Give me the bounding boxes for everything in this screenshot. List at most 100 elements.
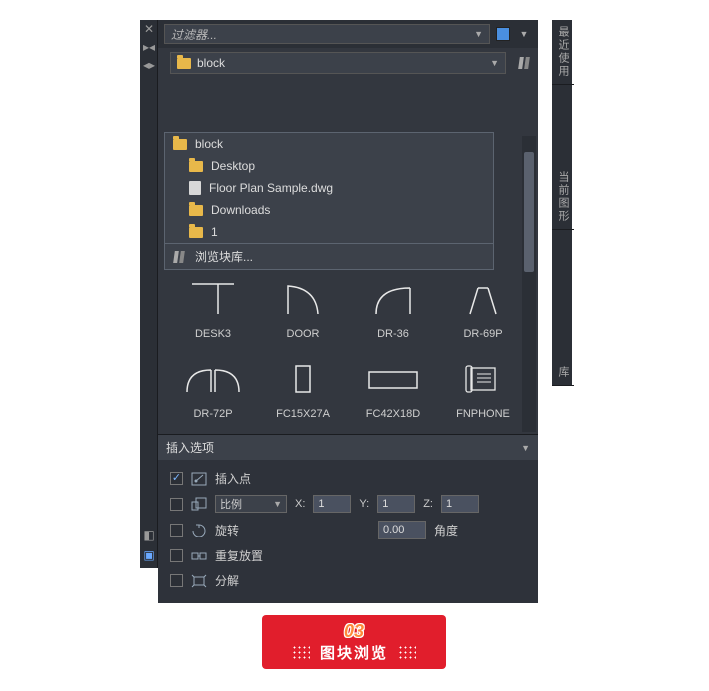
scale-combo-label: 比例 [220,496,242,512]
folder-icon [189,161,203,172]
banner-number: 03 [344,622,364,640]
tab-library[interactable]: 库 [552,360,574,386]
path-dropdown: block Desktop Floor Plan Sample.dwg Down… [164,132,494,270]
filter-bar: 过滤器... ▼ ▼ [158,20,538,48]
chevron-down-icon: ▼ [474,29,483,39]
scale-y-input[interactable]: 1 [377,495,415,513]
path-combo-label: block [197,56,484,70]
block-desk3[interactable]: DESK3 [172,278,254,340]
insert-point-label: 插入点 [215,470,251,487]
file-icon [189,181,201,195]
dropdown-item-label: 1 [211,225,218,239]
pin-left-icon[interactable]: ▸◂ [140,38,158,56]
filter-placeholder: 过滤器... [171,26,217,43]
color-swatch-button[interactable] [496,27,510,41]
scale-checkbox[interactable] [170,498,183,511]
dots-icon [398,645,416,659]
block-label: DR-72P [193,408,232,420]
block-label: DR-69P [463,328,502,340]
insert-options-body: 插入点 比例 ▼ X: 1 Y: 1 Z: 1 旋转 0.00 [158,460,538,603]
block-thumb [272,358,334,400]
repeat-icon [191,549,207,563]
scale-z-input[interactable]: 1 [441,495,479,513]
block-fc15x27a[interactable]: FC15X27A [262,358,344,420]
block-dr69p[interactable]: DR-69P [442,278,524,340]
right-tab-strip: 最近使用 当前图形 库 [552,20,572,386]
dropdown-item-label: Downloads [211,203,270,217]
insert-options-header[interactable]: 插入选项 ▼ [158,434,538,460]
chevron-down-icon: ▼ [490,58,499,68]
insert-options-title: 插入选项 [166,439,214,456]
dropdown-item-label: block [195,137,223,151]
rotate-icon [191,523,207,537]
explode-label: 分解 [215,572,239,589]
block-thumb [362,278,424,320]
scale-x-label: X: [295,498,305,510]
chevron-down-icon: ▼ [521,443,530,453]
rotate-angle-label: 角度 [434,522,458,539]
folder-icon [173,139,187,150]
rotate-checkbox[interactable] [170,524,183,537]
rotate-label: 旋转 [215,522,239,539]
dropdown-item-label: Desktop [211,159,255,173]
block-thumb [182,278,244,320]
library-icon [173,250,187,264]
dropdown-browse-label: 浏览块库... [195,248,253,265]
dropdown-item-desktop[interactable]: Desktop [165,155,493,177]
folder-icon [189,227,203,238]
dropdown-item-1[interactable]: 1 [165,221,493,243]
dropdown-item-downloads[interactable]: Downloads [165,199,493,221]
strip-icon-a[interactable]: ◧ [140,526,158,544]
block-fc42x18d[interactable]: FC42X18D [352,358,434,420]
block-label: DR-36 [377,328,409,340]
block-fnphone[interactable]: FNPHONE [442,358,524,420]
dropdown-item-block[interactable]: block [165,133,493,155]
folder-icon [177,58,191,69]
folder-icon [189,205,203,216]
scale-combo[interactable]: 比例 ▼ [215,495,287,513]
rotate-angle-input[interactable]: 0.00 [378,521,426,539]
section-banner: 03 图块浏览 [262,615,446,669]
panel-icon-strip: ✕ ▸◂ ◂▸ ◧ ▣ [140,20,158,568]
repeat-checkbox[interactable] [170,549,183,562]
block-label: DOOR [287,328,320,340]
explode-checkbox[interactable] [170,574,183,587]
scrollbar[interactable] [522,136,536,432]
block-thumb [452,278,514,320]
scale-icon [191,497,207,511]
block-label: DESK3 [195,328,231,340]
dropdown-item-label: Floor Plan Sample.dwg [209,181,333,195]
library-icon[interactable] [518,56,532,70]
chevron-down-icon: ▼ [273,499,282,509]
dropdown-browse-library[interactable]: 浏览块库... [165,244,493,269]
scroll-thumb[interactable] [524,152,534,272]
block-label: FC42X18D [366,408,420,420]
strip-icon-b[interactable]: ▣ [140,546,158,564]
block-palette-panel: 过滤器... ▼ ▼ block ▼ block Desktop [158,20,538,603]
dropdown-item-floorplan[interactable]: Floor Plan Sample.dwg [165,177,493,199]
pin-right-icon[interactable]: ◂▸ [140,56,158,74]
block-label: FNPHONE [456,408,510,420]
insert-point-checkbox[interactable] [170,472,183,485]
block-dr72p[interactable]: DR-72P [172,358,254,420]
scale-z-label: Z: [423,498,433,510]
path-combo[interactable]: block ▼ [170,52,506,74]
filter-combo[interactable]: 过滤器... ▼ [164,24,490,44]
tab-recent[interactable]: 最近使用 [552,20,574,85]
block-thumb [362,358,424,400]
explode-icon [191,574,207,588]
block-dr36[interactable]: DR-36 [352,278,434,340]
path-bar: block ▼ [158,48,538,78]
tab-current-drawing[interactable]: 当前图形 [552,165,574,230]
repeat-label: 重复放置 [215,547,263,564]
block-thumb [182,358,244,400]
scale-x-input[interactable]: 1 [313,495,351,513]
close-icon[interactable]: ✕ [140,20,158,38]
insert-point-icon [191,472,207,486]
block-thumb [272,278,334,320]
scale-y-label: Y: [359,498,369,510]
dots-icon [292,645,310,659]
toolbar-menu-icon[interactable]: ▼ [516,26,532,42]
banner-title: 图块浏览 [320,642,388,663]
block-door[interactable]: DOOR [262,278,344,340]
